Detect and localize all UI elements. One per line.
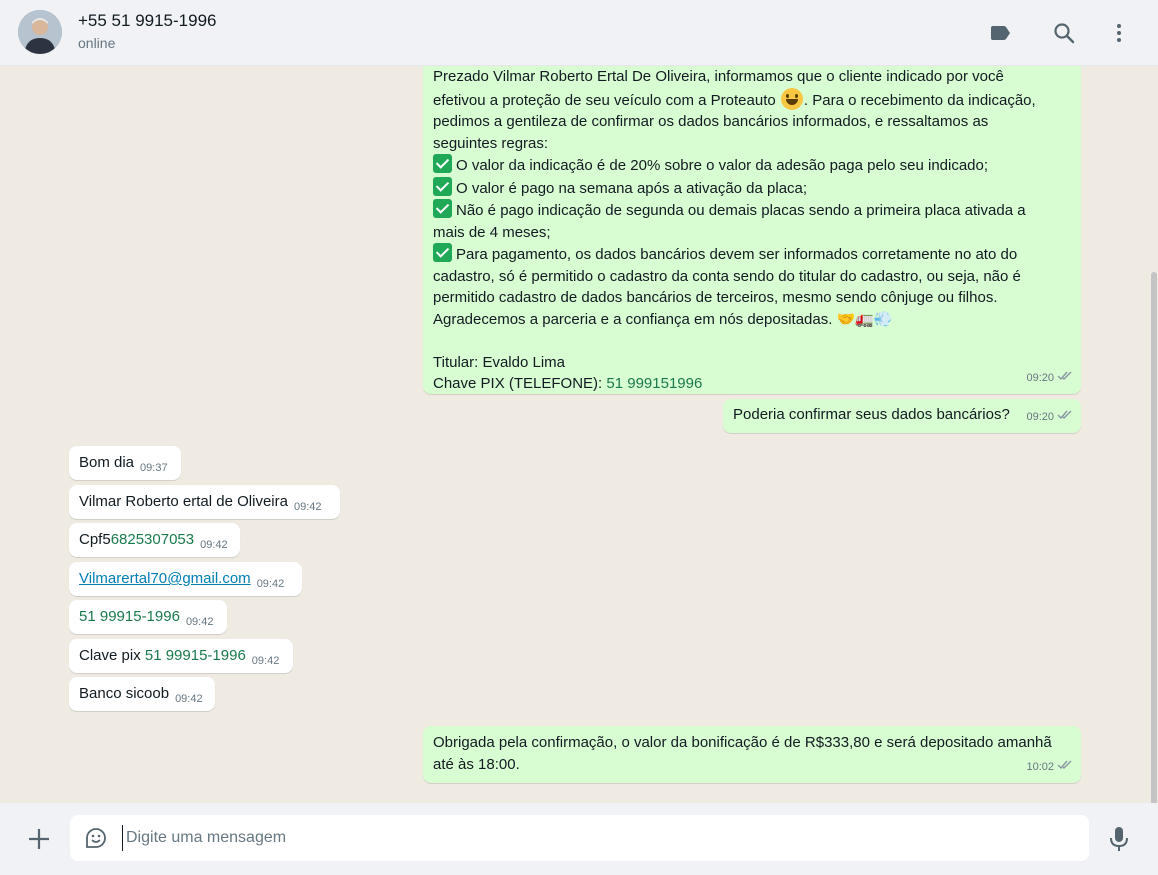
incoming-message[interactable]: Vilmarertal70@gmail.com 09:42: [69, 562, 302, 596]
incoming-message[interactable]: Clave pix 51 99915-1996 09:42: [69, 639, 293, 673]
incoming-message[interactable]: Bom dia 09:37: [69, 446, 181, 480]
message-time: 09:20: [1026, 410, 1054, 423]
message-time: 09:42: [185, 616, 214, 628]
double-check-icon: [1057, 368, 1073, 390]
pix-phone-link[interactable]: 51 999151996: [606, 375, 702, 392]
outgoing-message[interactable]: Obrigada pela confirmação, o valor da bo…: [423, 726, 1081, 783]
message-line: Prezado Vilmar Roberto Ertal De Oliveira…: [433, 68, 1004, 85]
message-text: Poderia confirmar seus dados bancários?: [733, 406, 1010, 423]
double-check-icon: [1057, 407, 1073, 429]
message-line: O valor é pago na semana após a ativação…: [433, 176, 1071, 200]
email-link[interactable]: Vilmarertal70@gmail.com: [79, 570, 251, 587]
message-composer: [0, 803, 1158, 875]
chat-area[interactable]: Prezado Vilmar Roberto Ertal De Oliveira…: [0, 66, 1158, 803]
incoming-message[interactable]: Banco sicoob 09:42: [69, 677, 215, 711]
double-check-icon: [1057, 757, 1073, 779]
message-line: até às 18:00.: [433, 755, 520, 773]
message-meta: 09:20: [1026, 407, 1073, 429]
message-line: O valor da indicação é de 20% sobre o va…: [433, 154, 1071, 177]
message-text: Clave pix: [79, 647, 145, 664]
microphone-icon[interactable]: [1108, 825, 1130, 853]
outgoing-message[interactable]: Poderia confirmar seus dados bancários? …: [723, 399, 1081, 433]
message-meta: 09:20: [1026, 368, 1073, 390]
incoming-message[interactable]: 51 99915-1996 09:42: [69, 600, 227, 634]
message-text: Chave PIX (TELEFONE):: [433, 375, 607, 392]
incoming-message[interactable]: Cpf56825307053 09:42: [69, 523, 240, 557]
chat-header: +55 51 9915-1996 online: [0, 0, 1158, 66]
check-emoji-icon: [433, 243, 452, 262]
message-time: 09:42: [293, 501, 322, 513]
message-text: Não é pago indicação de segunda ou demai…: [456, 202, 1026, 219]
message-time: 09:42: [200, 539, 228, 551]
message-line: Não é pago indicação de segunda ou demai…: [433, 199, 1071, 222]
message-input-box[interactable]: [70, 815, 1089, 861]
cpf-number-link[interactable]: 6825307053: [111, 531, 194, 548]
message-line: permitido cadastro de dados bancários de…: [433, 289, 998, 306]
message-text: efetivou a proteção de seu veículo com a…: [433, 91, 780, 109]
message-line: pedimos a gentileza de confirmar os dado…: [433, 113, 989, 130]
message-line: seguintes regras:: [433, 134, 549, 152]
check-emoji-icon: [433, 154, 452, 173]
message-time: 09:42: [251, 655, 280, 667]
message-time: 10:02: [1026, 760, 1054, 773]
outgoing-message[interactable]: Prezado Vilmar Roberto Ertal De Oliveira…: [423, 66, 1081, 394]
message-line: Para pagamento, os dados bancários devem…: [433, 243, 1071, 266]
contact-name[interactable]: +55 51 9915-1996: [78, 11, 217, 31]
message-line: Chave PIX (TELEFONE): 51 999151996: [433, 373, 1071, 395]
search-icon[interactable]: [1050, 19, 1078, 47]
smile-emoji-icon: [780, 87, 803, 110]
check-emoji-icon: [433, 199, 452, 218]
phone-link[interactable]: 51 99915-1996: [79, 608, 180, 625]
incoming-message[interactable]: Vilmar Roberto ertal de Oliveira 09:42: [69, 485, 340, 519]
chat-scrollbar[interactable]: [1151, 272, 1157, 803]
message-text: . Para o recebimento da indicação,: [803, 91, 1036, 109]
message-meta: 10:02: [1026, 757, 1073, 779]
message-line: Agradecemos a parceria e a confiança em …: [433, 310, 893, 328]
message-text: Banco sicoob: [79, 685, 170, 702]
message-text: Cpf5: [79, 531, 111, 548]
message-text: Bom dia: [79, 454, 135, 471]
pix-key-link[interactable]: 51 99915-1996: [145, 647, 246, 664]
message-line: Obrigada pela confirmação, o valor da bo…: [433, 734, 1052, 751]
message-text: Vilmar Roberto ertal de Oliveira: [79, 493, 288, 510]
check-emoji-icon: [433, 176, 452, 196]
message-text: O valor é pago na semana após a ativação…: [456, 179, 808, 197]
more-vertical-icon[interactable]: [1105, 19, 1133, 47]
message-text: O valor da indicação é de 20% sobre o va…: [456, 157, 989, 174]
message-line: cadastro, só é permitido o cadastro da c…: [433, 267, 1021, 285]
message-time: 09:37: [140, 462, 168, 474]
message-time: 09:20: [1026, 371, 1054, 384]
message-line: efetivou a proteção de seu veículo com a…: [433, 87, 1071, 112]
message-text: Para pagamento, os dados bancários devem…: [456, 246, 1018, 263]
message-line: mais de 4 meses;: [433, 223, 551, 241]
label-icon[interactable]: [986, 19, 1014, 47]
plus-icon[interactable]: [26, 826, 52, 852]
message-line: Titular: Evaldo Lima: [433, 353, 565, 371]
sticker-icon[interactable]: [84, 826, 108, 850]
contact-avatar[interactable]: [18, 10, 62, 54]
message-input[interactable]: [122, 825, 1022, 851]
message-time: 09:42: [256, 578, 285, 590]
message-time: 09:42: [175, 693, 203, 705]
contact-status: online: [78, 35, 116, 51]
